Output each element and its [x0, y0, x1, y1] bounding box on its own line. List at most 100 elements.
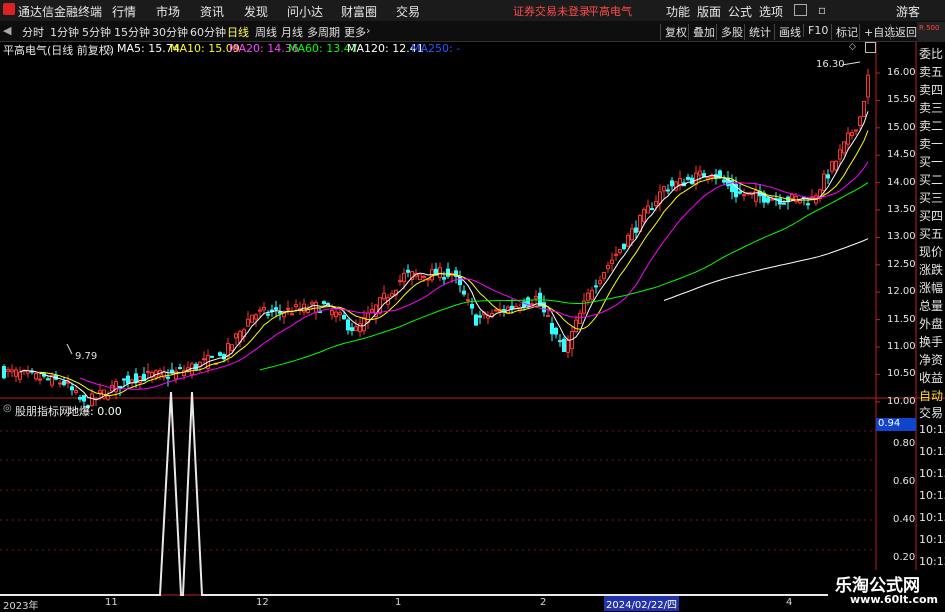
candle-body — [766, 197, 770, 203]
candle-body — [854, 129, 858, 132]
expand-icon[interactable] — [865, 42, 876, 53]
sidebar-label: 买三 — [919, 191, 944, 205]
candle-body — [658, 191, 662, 204]
candle-body — [710, 175, 714, 178]
high-arrow — [841, 61, 861, 66]
candle-body — [686, 176, 690, 180]
sidebar-badge: R 500 — [917, 22, 945, 42]
trade-time: 10:13 — [919, 423, 945, 436]
candle-body — [418, 274, 422, 281]
candle-body — [822, 173, 826, 191]
sidebar-tab[interactable]: 自动 — [919, 387, 943, 404]
price-tick: 11.50 — [887, 313, 916, 325]
candle-body — [290, 313, 294, 316]
candle-body — [174, 370, 178, 380]
candle-body — [650, 208, 654, 211]
candle-body — [10, 369, 14, 373]
sidebar-label: 卖三 — [919, 101, 944, 115]
candle-body — [370, 309, 374, 313]
date-nov: 11 — [105, 597, 118, 608]
candle-body — [18, 371, 22, 380]
candle-body — [718, 170, 722, 178]
price-tick: 11.00 — [887, 341, 916, 352]
candle-body — [314, 301, 318, 313]
sidebar-label: 卖五 — [919, 65, 944, 79]
low-price-label: 9.79 — [75, 351, 98, 362]
candle-body — [698, 170, 702, 176]
candle-body — [46, 378, 50, 381]
candle-body — [466, 299, 470, 302]
candle-body — [462, 290, 466, 295]
candle-body — [146, 370, 150, 373]
sidebar-label: 现价 — [919, 245, 944, 259]
price-tick: 16.00 — [887, 67, 916, 78]
candle-body — [354, 326, 358, 332]
indicator-tick: 0.80 — [893, 438, 916, 449]
candle-body — [594, 285, 598, 288]
candle-body — [826, 174, 830, 179]
candle-body — [230, 344, 234, 351]
candle-body — [334, 311, 338, 318]
candle-body — [226, 342, 230, 357]
candle-body — [322, 301, 326, 305]
trade-time: 10:13 — [919, 555, 945, 568]
sidebar-label: 总量 — [919, 299, 944, 313]
candle-body — [562, 338, 566, 352]
candle-body — [286, 307, 290, 310]
sidebar-label: 买五 — [919, 227, 944, 241]
indicator-tick: 0.20 — [893, 552, 916, 563]
candle-body — [782, 202, 786, 205]
candle-body — [266, 313, 270, 316]
price-tick: 12.50 — [887, 258, 916, 270]
candle-body — [126, 375, 130, 384]
indicator-current-value: 0.94 — [876, 418, 916, 431]
candle-body — [554, 327, 558, 335]
candle-body — [614, 253, 618, 256]
candle-body — [850, 132, 854, 137]
candle-body — [218, 352, 222, 356]
ma-line — [79, 161, 869, 390]
candle-body — [294, 304, 298, 308]
candle-body — [58, 382, 62, 385]
candle-body — [6, 369, 10, 372]
candle-body — [38, 378, 42, 381]
price-tick: 13.50 — [887, 204, 916, 215]
sidebar-label: 净资 — [919, 353, 944, 367]
date-jan: 1 — [395, 597, 402, 608]
date-feb: 2 — [540, 597, 547, 608]
candle-body — [110, 385, 114, 392]
trade-time: 10:13 — [919, 511, 945, 524]
candle-body — [634, 227, 638, 233]
candle-body — [82, 395, 86, 402]
candle-body — [342, 314, 346, 320]
price-tick: 13.00 — [887, 231, 916, 243]
low-arrow — [66, 343, 73, 355]
diamond-icon[interactable]: ◇ — [849, 42, 856, 52]
candle-body — [842, 141, 846, 154]
indicator-name: 股朋指标网 — [15, 405, 70, 418]
watermark: 乐淘公式网 www.60lt.com — [828, 570, 945, 609]
candle-body — [202, 358, 206, 361]
watermark-url: www.60lt.com — [850, 593, 939, 606]
candle-body — [442, 277, 446, 280]
candle-body — [770, 198, 774, 201]
candle-body — [590, 289, 594, 300]
sidebar-tab[interactable]: 交易 — [919, 404, 943, 421]
sidebar-label: 涨跌 — [919, 263, 944, 277]
sidebar-label: 卖二 — [919, 119, 944, 133]
candle-body — [858, 116, 862, 127]
sidebar-label: 买二 — [919, 173, 944, 187]
sidebar-label: 买一 — [919, 155, 944, 169]
ma-line — [39, 130, 869, 397]
candle-body — [330, 310, 334, 316]
candle-body — [550, 322, 554, 335]
price-tick: 15.00 — [887, 121, 916, 133]
candle-body — [646, 205, 650, 214]
price-tick: 10.00 — [887, 395, 916, 407]
candle-body — [586, 292, 590, 301]
trade-time: 10:13 — [919, 445, 945, 458]
candle-body — [310, 302, 314, 305]
indicator-toggle-icon[interactable]: ◎ — [3, 403, 12, 414]
candle-body — [470, 303, 474, 309]
candle-body — [210, 355, 214, 358]
